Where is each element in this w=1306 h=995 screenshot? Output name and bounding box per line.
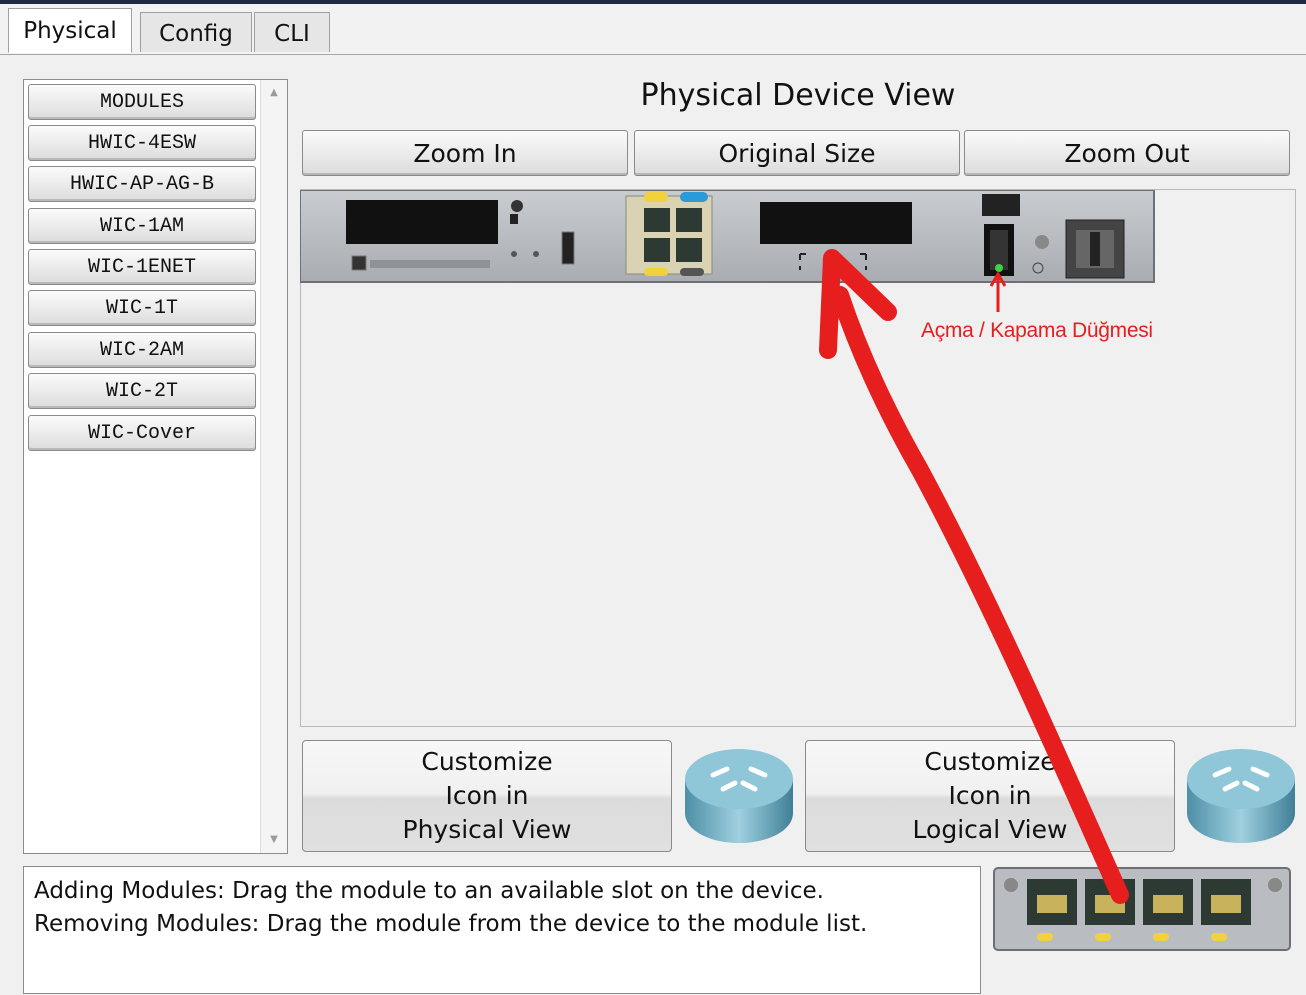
- module-item-wic-1am[interactable]: WIC-1AM: [28, 208, 256, 244]
- tab-bar: Physical Config CLI: [0, 4, 1306, 55]
- module-card-icon[interactable]: [993, 867, 1293, 953]
- modules-list: MODULES HWIC-4ESW HWIC-AP-AG-B WIC-1AM W…: [23, 79, 288, 854]
- tab-config[interactable]: Config: [140, 12, 252, 52]
- router-icon: [685, 749, 793, 843]
- page-title: Physical Device View: [640, 78, 956, 113]
- customize-logical-line2: Icon in: [948, 781, 1032, 810]
- tab-cli[interactable]: CLI: [254, 12, 330, 52]
- modules-scrollbar[interactable]: ▲ ▼: [260, 80, 287, 853]
- zoom-in-button[interactable]: Zoom In: [302, 130, 628, 176]
- module-item-wic-2am[interactable]: WIC-2AM: [28, 332, 256, 368]
- scroll-down-icon[interactable]: ▼: [268, 835, 280, 845]
- original-size-button[interactable]: Original Size: [634, 130, 960, 176]
- help-line-removing: Removing Modules: Drag the module from t…: [34, 911, 868, 937]
- tab-physical[interactable]: Physical: [8, 8, 132, 53]
- module-item-wic-cover[interactable]: WIC-Cover: [28, 415, 256, 451]
- power-switch-annotation-label: Açma / Kapama Düğmesi: [921, 319, 1153, 342]
- customize-logical-icon-button[interactable]: Customize Icon in Logical View: [805, 740, 1175, 852]
- customize-physical-line3: Physical View: [402, 815, 572, 844]
- module-item-hwic-4esw[interactable]: HWIC-4ESW: [28, 125, 256, 161]
- router-chassis[interactable]: [300, 190, 1156, 284]
- help-text-box: Adding Modules: Drag the module to an av…: [23, 866, 981, 994]
- router-icon-logical: [1187, 749, 1295, 843]
- module-item-wic-1t[interactable]: WIC-1T: [28, 290, 256, 326]
- customize-logical-line1: Customize: [924, 747, 1056, 776]
- slot-0: [760, 202, 912, 244]
- scroll-up-icon[interactable]: ▲: [268, 88, 280, 98]
- customize-physical-line2: Icon in: [445, 781, 529, 810]
- customize-logical-line3: Logical View: [912, 815, 1068, 844]
- module-header-button[interactable]: MODULES: [28, 84, 256, 120]
- module-item-wic-1enet[interactable]: WIC-1ENET: [28, 249, 256, 285]
- zoom-out-button[interactable]: Zoom Out: [964, 130, 1290, 176]
- module-item-hwic-ap-ag-b[interactable]: HWIC-AP-AG-B: [28, 166, 256, 202]
- customize-physical-icon-button[interactable]: Customize Icon in Physical View: [302, 740, 672, 852]
- customize-physical-line1: Customize: [421, 747, 553, 776]
- slot-1: [346, 200, 498, 244]
- module-item-wic-2t[interactable]: WIC-2T: [28, 373, 256, 409]
- help-line-adding: Adding Modules: Drag the module to an av…: [34, 878, 824, 904]
